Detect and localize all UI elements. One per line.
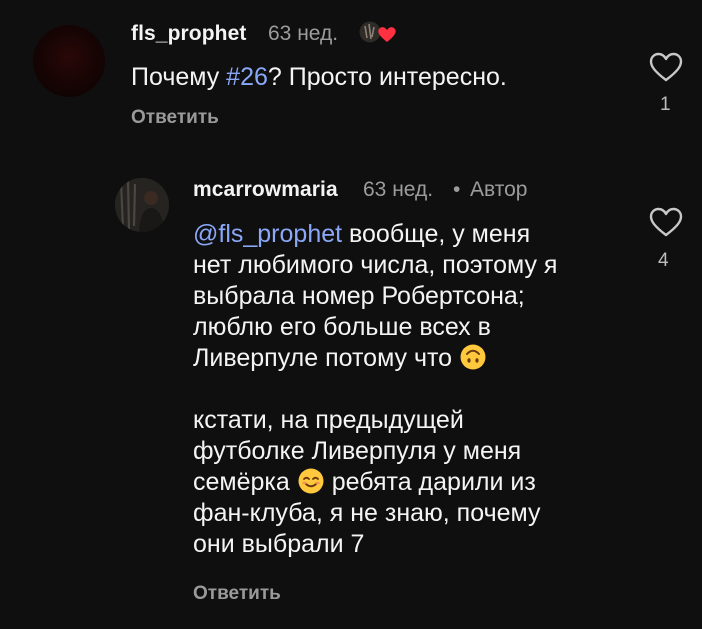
avatar-fls-prophet[interactable] [33,25,105,97]
comment-text: Почему #26? Просто интересно. [131,62,507,93]
comment-username[interactable]: fls_prophet [131,22,246,46]
mention-link[interactable]: @fls_prophet [193,220,342,248]
comment-text-part: ? Просто интересно. [267,63,507,91]
comment-line: семёрка ребята дарили из [193,467,557,498]
author-badge: Автор [470,178,528,201]
comment-line: они выбрали 7 [193,530,365,558]
comment-line: фан-клуба, я не знаю, почему [193,499,541,527]
comment-text-part: семёрка [193,468,297,496]
upside-down-face-emoji [460,344,486,370]
comment-line: выбрала номер Робертсона; [193,282,525,310]
hashtag-link[interactable]: #26 [226,63,268,91]
comment-line: нет любимого числа, поэтому я [193,251,558,279]
meta-separator: • [453,178,461,201]
comment-text-part: Почему [131,63,227,91]
comment-line: люблю его больше всех в [193,313,491,341]
heart-outline-icon[interactable] [649,207,683,237]
comment-timestamp: 63 нед. [363,178,434,201]
comment-text-part: вообще, у меня [342,220,531,248]
avatar-photo-icon [115,178,169,232]
comment-line: Ливерпуле потому что [193,343,557,374]
comment-text: @fls_prophet вообще, у меня нет любимого… [193,219,557,560]
like-count: 1 [660,94,671,115]
comment-text-part: Ливерпуле потому что [193,344,460,372]
smiling-face-emoji [298,468,324,494]
creator-liked-badge-icon [358,20,396,44]
reply-button[interactable]: Ответить [131,107,219,129]
comment-text-part: ребята дарили из [324,468,536,496]
comments-thread: fls_prophet 63 нед. Почему #26? Просто и… [0,0,702,629]
like-count: 4 [658,250,669,271]
heart-outline-icon[interactable] [649,52,683,82]
comment-username[interactable]: mcarrowmaria [193,178,338,202]
comment-line: футболке Ливерпуля у меня [193,437,522,465]
comment-timestamp: 63 нед. [268,22,339,45]
reply-button[interactable]: Ответить [193,583,281,605]
comment-line: @fls_prophet вообще, у меня [193,219,557,250]
avatar-mcarrowmaria[interactable] [115,178,169,232]
comment-line: кстати, на предыдущей [193,406,464,434]
